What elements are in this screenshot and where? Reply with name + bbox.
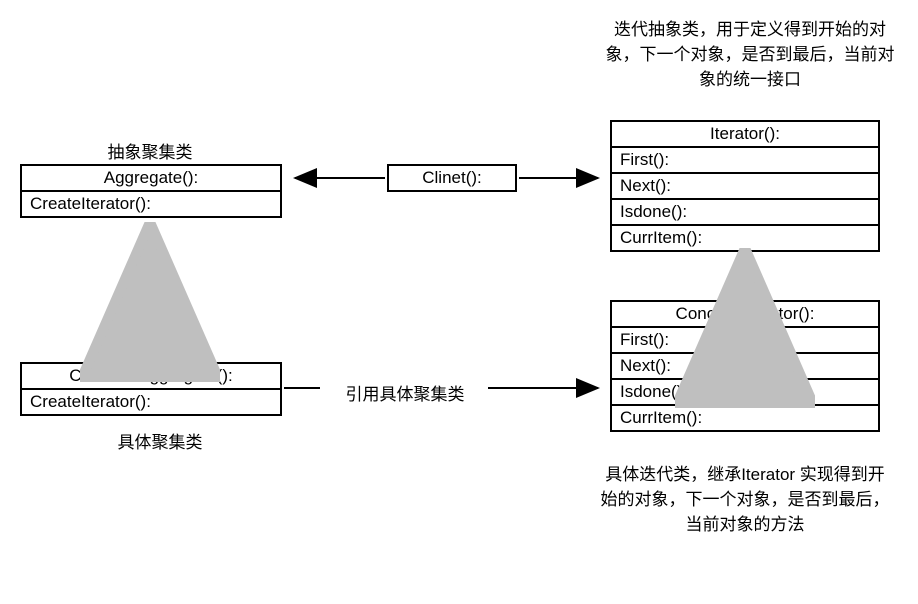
client-class-box: Clinet():: [387, 164, 517, 192]
iterator-method-next: Next():: [612, 174, 878, 200]
concrete-aggregate-method-createiterator: CreateIterator():: [22, 390, 280, 414]
client-title: Clinet():: [389, 166, 515, 190]
iterator-class-box: Iterator(): First(): Next(): Isdone(): C…: [610, 120, 880, 252]
reference-label: 引用具体聚集类: [325, 380, 485, 405]
concrete-iterator-method-first: First():: [612, 328, 878, 354]
concrete-iterator-method-isdone: Isdone():: [612, 380, 878, 406]
concrete-iterator-method-next: Next():: [612, 354, 878, 380]
concrete-aggregate-title: ConcreteAggregate():: [22, 364, 280, 390]
iterator-method-curritem: CurrItem():: [612, 226, 878, 250]
aggregate-class-box: Aggregate(): CreateIterator():: [20, 164, 282, 218]
concrete-iterator-title: ConcreteIterator():: [612, 302, 878, 328]
iterator-title: Iterator():: [612, 122, 878, 148]
concrete-aggregate-description: 具体聚集类: [100, 428, 220, 453]
concrete-iterator-class-box: ConcreteIterator(): First(): Next(): Isd…: [610, 300, 880, 432]
aggregate-description: 抽象聚集类: [90, 138, 210, 163]
iterator-description: 迭代抽象类，用于定义得到开始的对象，下一个对象，是否到最后，当前对象的统一接口: [605, 15, 895, 90]
aggregate-method-createiterator: CreateIterator():: [22, 192, 280, 216]
concrete-aggregate-class-box: ConcreteAggregate(): CreateIterator():: [20, 362, 282, 416]
concrete-iterator-description: 具体迭代类，继承Iterator 实现得到开始的对象，下一个对象，是否到最后，当…: [600, 460, 890, 535]
aggregate-title: Aggregate():: [22, 166, 280, 192]
iterator-method-isdone: Isdone():: [612, 200, 878, 226]
iterator-method-first: First():: [612, 148, 878, 174]
concrete-iterator-method-curritem: CurrItem():: [612, 406, 878, 430]
